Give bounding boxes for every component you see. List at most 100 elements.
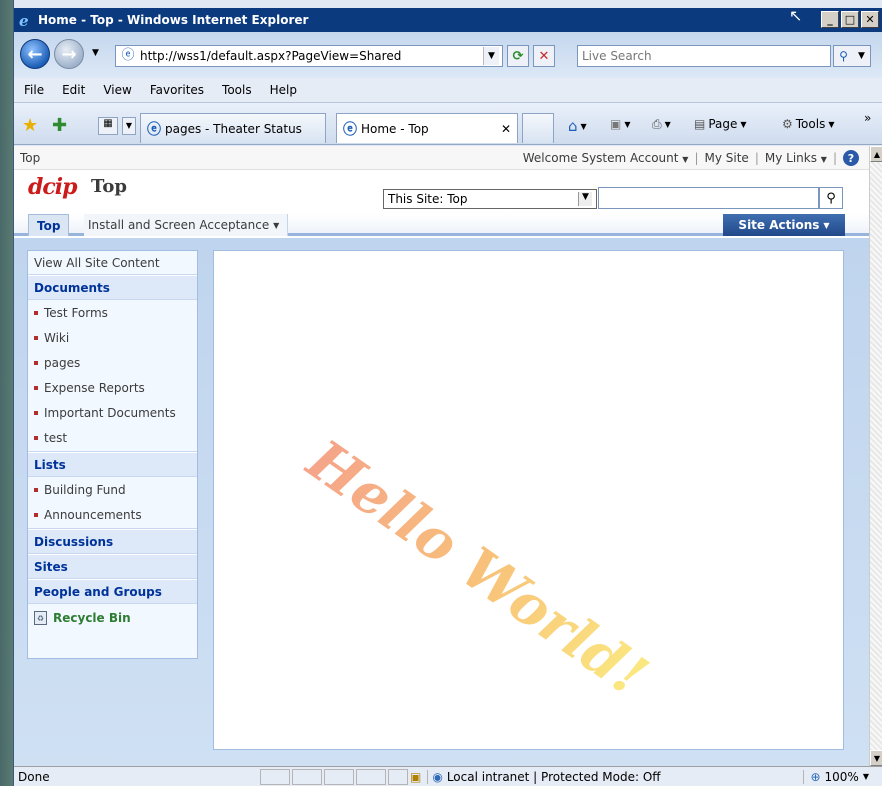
globe-icon: ◉ [432,769,443,784]
view-all-site-content-link[interactable]: View All Site Content [28,251,197,275]
new-tab-button[interactable] [522,113,554,143]
tools-menu-label: Tools [795,117,826,131]
window-title: Home - Top - Windows Internet Explorer [38,13,309,27]
dcip-logo[interactable]: dcip [28,174,78,200]
home-button[interactable]: ⌂ ▼ [568,117,587,135]
top-navigation: Top Install and Screen Acceptance ▼ Site… [14,214,869,236]
maximize-button[interactable]: □ [841,11,859,28]
list-item[interactable]: Wiki [28,325,197,350]
recycle-bin-link[interactable]: ♻ Recycle Bin [28,604,197,632]
scroll-up-icon[interactable]: ▲ [870,146,882,162]
site-actions-label: Site Actions [738,218,820,232]
search-icon: ⚲ [826,190,836,206]
bullet-icon [34,512,38,517]
tab-list-dropdown[interactable]: ▼ [122,117,136,135]
feeds-button[interactable]: ▣ ▼ [610,117,631,131]
address-dropdown[interactable]: ▼ [483,47,499,65]
list-item-label: Building Fund [44,482,126,497]
list-item-label: Test Forms [44,305,108,320]
recycle-bin-icon: ♻ [34,611,47,625]
tab-label: Home - Top [361,121,429,136]
menu-help[interactable]: Help [270,83,297,97]
ql-lists-heading[interactable]: Lists [28,452,197,477]
site-search-button[interactable]: ⚲ [819,187,843,209]
sharepoint-page: Top Welcome System Account ▼ | My Site |… [14,146,869,766]
list-item-label: pages [44,355,81,370]
hello-world-text: Hello World! [295,426,660,710]
list-item[interactable]: Announcements [28,502,197,527]
tab-theater-status[interactable]: ⓔ pages - Theater Status [140,113,326,143]
site-title[interactable]: Top [91,176,127,197]
status-text: Done [18,769,50,784]
breadcrumb[interactable]: Top [20,151,40,165]
main-content-zone: Hello World! [213,250,844,750]
chevron-more-icon[interactable]: » [864,111,871,125]
list-item-label: Expense Reports [44,380,145,395]
bullet-icon [34,385,38,390]
favorites-center-icon[interactable]: ★ [22,115,38,136]
menu-favorites[interactable]: Favorites [150,83,204,97]
list-item[interactable]: Expense Reports [28,375,197,400]
search-button[interactable]: ⚲ ▼ [833,45,871,67]
print-button[interactable]: ⎙ ▼ [652,117,671,132]
ql-people-heading[interactable]: People and Groups [28,579,197,604]
ql-documents-heading[interactable]: Documents [28,275,197,300]
ql-lists-list: Building Fund Announcements [28,477,197,529]
title-bar: e Home - Top - Windows Internet Explorer… [14,8,882,32]
security-zone-label: Local intranet | Protected Mode: Off [446,769,661,784]
zoom-control[interactable]: ⊕ 100% ▼ [803,769,882,784]
page-icon: ⓔ [121,48,135,63]
page-menu[interactable]: ▤ Page ▼ [694,117,747,131]
tools-menu[interactable]: ⚙ Tools ▼ [782,117,834,131]
forward-button[interactable]: → [54,39,84,69]
my-links-menu[interactable]: My Links ▼ [765,151,827,165]
chevron-down-icon: ▼ [578,192,592,206]
my-site-link[interactable]: My Site [705,151,749,165]
close-button[interactable]: ✕ [861,11,879,28]
menu-file[interactable]: File [24,83,44,97]
menu-view[interactable]: View [103,83,131,97]
list-item[interactable]: test [28,425,197,450]
refresh-button[interactable]: ⟳ [507,45,529,67]
quick-tabs-icon[interactable]: ▦ [98,117,118,135]
menu-tools[interactable]: Tools [222,83,252,97]
minimize-button[interactable]: _ [821,11,839,28]
welcome-menu[interactable]: Welcome System Account ▼ [523,151,689,165]
gear-icon: ⚙ [782,117,793,131]
nav-tab-top[interactable]: Top [28,214,70,236]
stop-button[interactable]: ✕ [533,45,555,67]
live-search-input[interactable]: Live Search [577,45,831,67]
tab-home-top[interactable]: ⓔ Home - Top ✕ [336,113,518,143]
bullet-icon [34,487,38,492]
ql-sites-heading[interactable]: Sites [28,554,197,579]
back-button[interactable]: ← [20,39,50,69]
site-actions-menu[interactable]: Site Actions ▼ [723,214,845,236]
close-tab-icon[interactable]: ✕ [501,122,511,136]
ie-window: e Home - Top - Windows Internet Explorer… [13,0,882,786]
list-item[interactable]: Building Fund [28,477,197,502]
scroll-track[interactable] [870,162,882,750]
list-item-label: test [44,430,68,445]
search-options-dropdown[interactable]: ▼ [858,51,865,61]
list-item[interactable]: pages [28,350,197,375]
search-scope-select[interactable]: This Site: Top ▼ [383,189,597,209]
address-input[interactable]: ⓔ http://wss1/default.aspx?PageView=Shar… [115,45,503,67]
menu-edit[interactable]: Edit [62,83,85,97]
bullet-icon [34,360,38,365]
ie-page-icon: ⓔ [147,121,161,138]
list-item[interactable]: Test Forms [28,300,197,325]
bullet-icon [34,335,38,340]
ql-discussions-heading[interactable]: Discussions [28,529,197,554]
list-item[interactable]: Important Documents [28,400,197,425]
site-search-input[interactable] [598,187,819,209]
nav-tab-install[interactable]: Install and Screen Acceptance ▼ [84,214,289,236]
ie-logo-icon: e [18,12,34,30]
help-icon[interactable]: ? [843,150,859,166]
security-zone[interactable]: ◉ Local intranet | Protected Mode: Off [427,769,661,784]
bullet-icon [34,435,38,440]
add-favorites-icon[interactable]: ✚ [52,115,67,136]
search-icon: ⚲ [839,49,848,63]
history-dropdown-icon[interactable]: ▼ [92,48,99,58]
scroll-down-icon[interactable]: ▼ [870,750,882,766]
vertical-scrollbar[interactable]: ▲ ▼ [869,146,882,766]
